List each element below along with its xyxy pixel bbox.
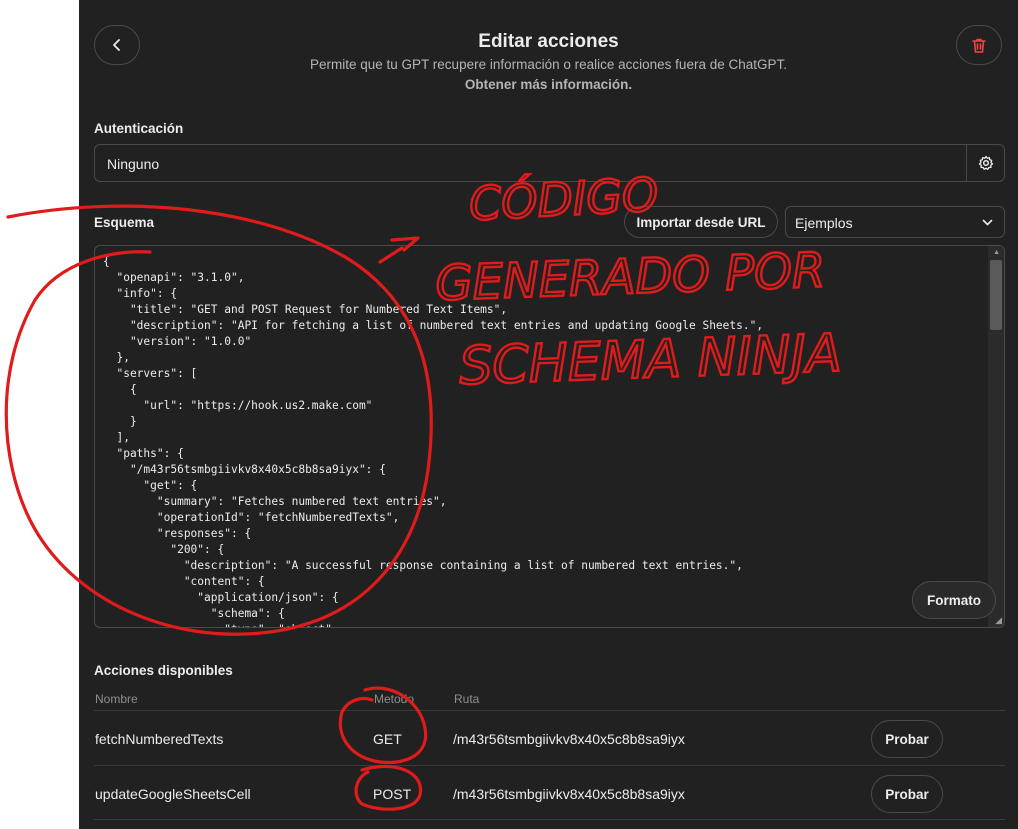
authentication-label: Autenticación bbox=[94, 121, 184, 136]
action-name: updateGoogleSheetsCell bbox=[95, 786, 251, 802]
resize-handle-icon[interactable]: ◢ bbox=[995, 615, 1002, 626]
action-name: fetchNumberedTexts bbox=[95, 731, 224, 747]
action-path: /m43r56tsmbgiivkv8x40x5c8b8sa9iyx bbox=[453, 731, 685, 747]
schema-editor[interactable]: { "openapi": "3.1.0", "info": { "title":… bbox=[94, 245, 1005, 628]
edit-actions-panel: Editar acciones Permite que tu GPT recup… bbox=[79, 0, 1018, 829]
column-header-method: Metodo bbox=[374, 692, 415, 706]
trash-icon bbox=[972, 38, 986, 53]
schema-code[interactable]: { "openapi": "3.1.0", "info": { "title":… bbox=[103, 254, 983, 627]
chevron-down-icon bbox=[982, 219, 993, 226]
try-action-button[interactable]: Probar bbox=[871, 775, 943, 813]
try-action-button[interactable]: Probar bbox=[871, 720, 943, 758]
authentication-value: Ninguno bbox=[107, 156, 160, 172]
learn-more-link[interactable]: Obtener más información. bbox=[79, 77, 1018, 92]
authentication-settings-button[interactable] bbox=[966, 145, 1004, 181]
authentication-field[interactable]: Ninguno bbox=[94, 144, 1005, 182]
schema-label: Esquema bbox=[94, 215, 155, 230]
scroll-up-arrow-icon[interactable]: ▲ bbox=[993, 249, 1000, 256]
table-row: fetchNumberedTexts GET /m43r56tsmbgiivkv… bbox=[94, 710, 1005, 765]
action-path: /m43r56tsmbgiivkv8x40x5c8b8sa9iyx bbox=[453, 786, 685, 802]
examples-select[interactable]: Ejemplos bbox=[785, 206, 1005, 238]
page-title: Editar acciones bbox=[478, 31, 619, 52]
examples-select-value: Ejemplos bbox=[795, 215, 853, 231]
action-method: GET bbox=[373, 731, 402, 747]
column-header-path: Ruta bbox=[454, 692, 480, 706]
schema-scrollbar[interactable]: ▲ bbox=[988, 246, 1004, 627]
scrollbar-thumb[interactable] bbox=[990, 260, 1002, 330]
gear-icon bbox=[978, 155, 993, 170]
table-row: updateGoogleSheetsCell POST /m43r56tsmbg… bbox=[94, 765, 1005, 820]
import-from-url-button[interactable]: Importar desde URL bbox=[624, 206, 778, 238]
page-subtitle: Permite que tu GPT recupere información … bbox=[310, 57, 787, 72]
format-button[interactable]: Formato bbox=[912, 581, 996, 619]
delete-button[interactable] bbox=[956, 25, 1002, 65]
column-header-name: Nombre bbox=[95, 692, 138, 706]
action-method: POST bbox=[373, 786, 412, 802]
available-actions-label: Acciones disponibles bbox=[94, 663, 233, 678]
